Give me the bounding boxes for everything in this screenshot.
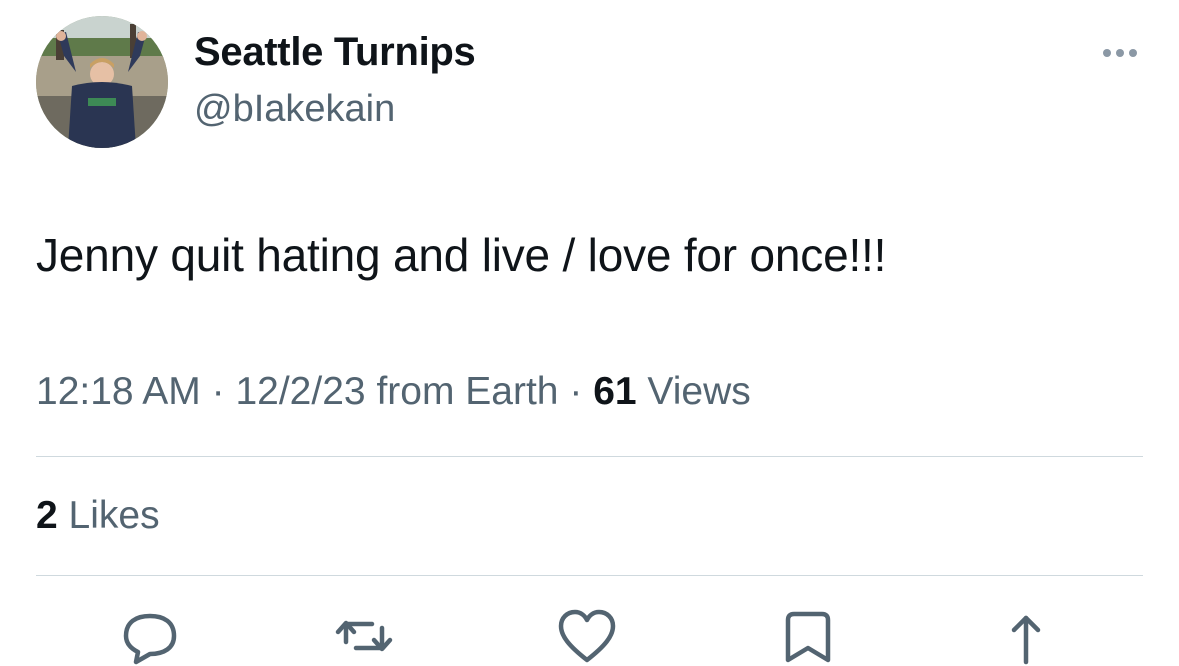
likes-stat[interactable]: 2 Likes (36, 494, 160, 538)
more-options-icon[interactable] (1090, 38, 1150, 68)
author-handle[interactable]: @bIakekain (194, 88, 395, 131)
more-dot (1129, 49, 1137, 57)
divider (36, 575, 1143, 576)
share-icon[interactable] (994, 606, 1058, 666)
retweet-icon[interactable] (332, 606, 396, 666)
likes-count: 2 (36, 494, 58, 537)
tweet-time[interactable]: 12:18 AM (36, 370, 201, 413)
views-count: 61 (593, 370, 637, 413)
tweet-source: from Earth (376, 370, 559, 413)
more-dot (1116, 49, 1124, 57)
meta-separator: · (211, 370, 225, 413)
reply-icon[interactable] (118, 606, 182, 666)
likes-label: Likes (68, 494, 160, 537)
meta-separator: · (569, 370, 583, 413)
bookmark-icon[interactable] (776, 606, 840, 666)
tweet-meta: 12:18 AM · 12/2/23 from Earth · 61 Views (36, 370, 751, 414)
author-display-name[interactable]: Seattle Turnips (194, 30, 476, 75)
tweet-text: Jenny quit hating and live / love for on… (36, 229, 887, 281)
more-dot (1103, 49, 1111, 57)
views-label: Views (647, 370, 751, 413)
avatar[interactable] (36, 16, 168, 148)
like-icon[interactable] (555, 606, 619, 666)
divider (36, 456, 1143, 457)
tweet-date[interactable]: 12/2/23 (235, 370, 365, 413)
